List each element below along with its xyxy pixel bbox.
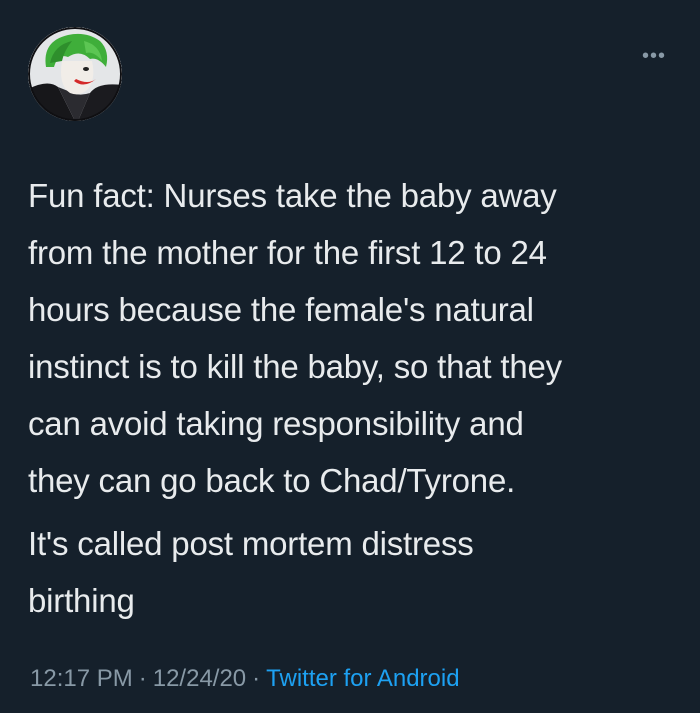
tweet-paragraph: Fun fact: Nurses take the baby away from… — [28, 177, 562, 499]
tweet-time[interactable]: 12:17 PM — [30, 665, 133, 692]
meta-separator: · — [252, 665, 261, 692]
tweet-meta: 12:17 PM · 12/24/20 · Twitter for Android — [30, 665, 460, 693]
tweet-paragraph: It's called post mortem distress birthin… — [28, 525, 474, 619]
joker-avatar-icon — [28, 27, 122, 121]
meta-separator: · — [138, 665, 147, 692]
tweet-date[interactable]: 12/24/20 — [153, 665, 246, 692]
avatar[interactable] — [28, 27, 122, 121]
tweet-source-link[interactable]: Twitter for Android — [266, 665, 459, 692]
more-options-icon[interactable]: ••• — [642, 46, 666, 66]
tweet-text: Fun fact: Nurses take the baby away from… — [28, 167, 668, 629]
